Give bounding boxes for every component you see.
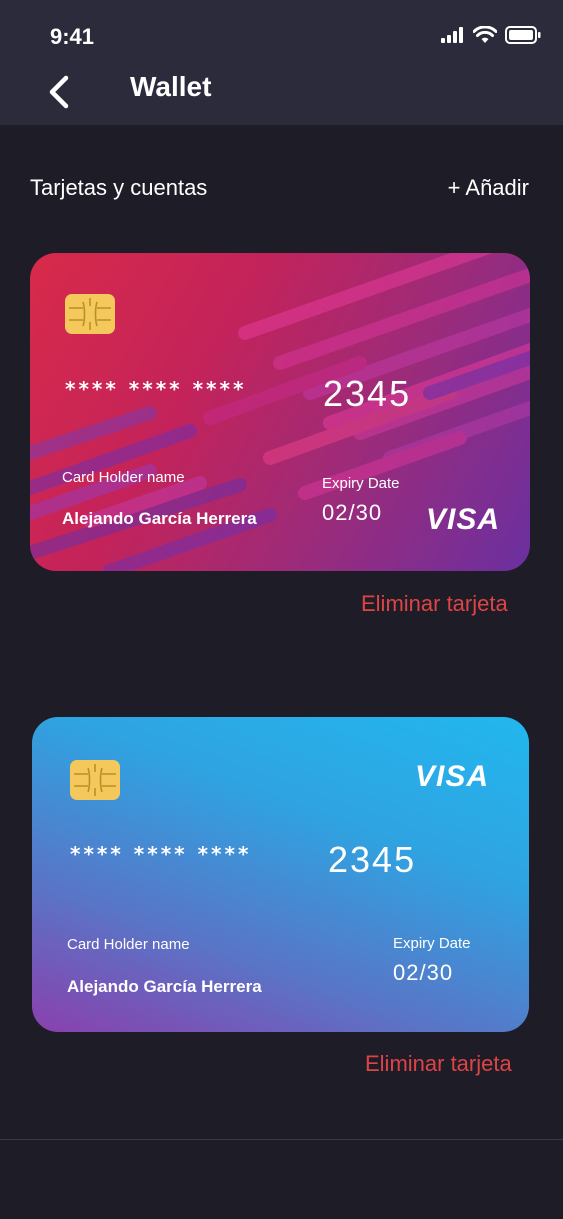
battery-icon (505, 26, 541, 44)
signal-icon (441, 27, 463, 43)
section-title: Tarjetas y cuentas (30, 175, 208, 200)
visa-logo: VISA (426, 503, 501, 536)
bottom-divider (0, 1139, 563, 1140)
expiry-label: Expiry Date (393, 935, 471, 952)
credit-card[interactable]: **** **** **** 2345 Card Holder name Ale… (30, 253, 530, 571)
page-title: Wallet (130, 71, 212, 102)
card-holder-label: Card Holder name (62, 469, 185, 486)
wallet-screen: 9:41 Wallet Tarjetas y cuentas + Añadir … (0, 0, 563, 1219)
back-chevron-icon (49, 75, 69, 109)
remove-card-button[interactable]: Eliminar tarjeta (365, 1051, 512, 1077)
card-last-four: 2345 (323, 373, 412, 414)
status-icons (441, 26, 541, 44)
card-holder-label: Card Holder name (67, 936, 190, 953)
expiry-date: 02/30 (322, 500, 383, 525)
wifi-icon (473, 26, 497, 43)
add-card-button[interactable]: + Añadir (448, 175, 529, 201)
chip-icon (65, 294, 115, 334)
top-bar: 9:41 Wallet (0, 0, 563, 125)
credit-card[interactable]: VISA **** **** **** 2345 Card Holder nam… (32, 717, 529, 1032)
masked-card-number: **** **** **** (65, 377, 247, 401)
card-holder-name: Alejando García Herrera (62, 509, 257, 528)
visa-logo: VISA (415, 760, 490, 793)
masked-card-number: **** **** **** (70, 842, 252, 866)
chip-icon (70, 760, 120, 800)
expiry-label: Expiry Date (322, 475, 400, 492)
expiry-date: 02/30 (393, 960, 454, 985)
back-button[interactable] (40, 72, 80, 112)
remove-card-button[interactable]: Eliminar tarjeta (361, 591, 508, 617)
status-time: 9:41 (50, 24, 95, 49)
card-last-four: 2345 (328, 839, 417, 880)
card-holder-name: Alejando García Herrera (67, 977, 262, 996)
